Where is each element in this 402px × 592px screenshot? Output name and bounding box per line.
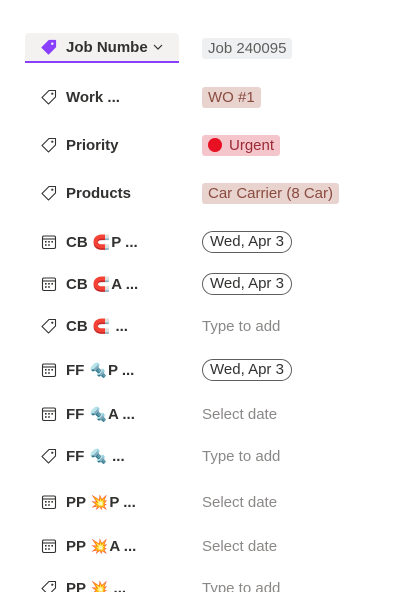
field-header-pp-p[interactable]: PP 💥P ... [25,487,179,517]
field-value-ff-a[interactable]: Select date [202,399,277,429]
field-header-products[interactable]: Products [25,178,179,208]
red-circle-icon [208,138,222,152]
field-header-job-number[interactable]: Job Numbe [25,33,179,63]
calendar-icon [40,233,58,251]
field-value-job-number[interactable]: Job 240095 [202,33,293,63]
value-tag[interactable]: Job 240095 [202,37,293,59]
field-label: PP 💥A ... [66,537,137,555]
tag-icon [40,184,58,202]
field-label: Priority [66,136,119,154]
nut-and-bolt-emoji: 🔩 [89,406,107,423]
collision-emoji: 💥 [90,580,109,592]
nut-and-bolt-emoji: 🔩 [89,448,107,465]
field-value-priority[interactable]: Urgent [202,130,281,160]
field-header-pp-a[interactable]: PP 💥A ... [25,531,179,561]
field-row-work-order: Work ... WO #1 [0,82,402,112]
field-label: Job Numbe [66,38,148,56]
field-label: FF 🔩P ... [66,361,135,379]
field-row-job-number: Job Numbe Job 240095 [0,33,402,63]
field-label: CB 🧲A ... [66,275,139,293]
field-row-ff-a: FF 🔩A ... Select date [0,399,402,429]
field-header-ff-tag[interactable]: FF 🔩 ... [25,441,179,471]
field-label: PP 💥 ... [66,580,126,592]
field-value-ff-p[interactable]: Wed, Apr 3 [202,355,292,385]
field-header-pp-tag[interactable]: PP 💥 ... [25,573,179,592]
value-tag[interactable]: Urgent [202,134,281,156]
select-date-placeholder[interactable]: Select date [202,538,277,555]
properties-panel: Job Numbe Job 240095 Work ... WO #1 Prio… [0,0,402,592]
field-label: CB 🧲 ... [66,317,128,335]
field-row-products: Products Car Carrier (8 Car) [0,178,402,208]
field-header-ff-p[interactable]: FF 🔩P ... [25,355,179,385]
field-label: Work ... [66,88,120,106]
calendar-icon [40,405,58,423]
nut-and-bolt-emoji: 🔩 [89,362,107,379]
field-label: CB 🧲P ... [66,233,138,251]
field-row-priority: Priority Urgent [0,130,402,160]
field-row-ff-p: FF 🔩P ... Wed, Apr 3 [0,355,402,385]
field-header-ff-a[interactable]: FF 🔩A ... [25,399,179,429]
type-to-add-placeholder[interactable]: Type to add [202,318,280,335]
tag-icon [40,317,58,335]
field-row-cb-tag: CB 🧲 ... Type to add [0,311,402,341]
field-row-pp-p: PP 💥P ... Select date [0,487,402,517]
field-header-priority[interactable]: Priority [25,130,179,160]
tag-filled-icon [40,38,58,56]
field-header-cb-p[interactable]: CB 🧲P ... [25,227,179,257]
field-value-cb-a[interactable]: Wed, Apr 3 [202,269,292,299]
priority-value: Urgent [229,136,275,154]
type-to-add-placeholder[interactable]: Type to add [202,448,280,465]
date-pill[interactable]: Wed, Apr 3 [202,231,292,253]
field-header-cb-a[interactable]: CB 🧲A ... [25,269,179,299]
calendar-icon [40,537,58,555]
date-pill[interactable]: Wed, Apr 3 [202,273,292,295]
field-row-ff-tag: FF 🔩 ... Type to add [0,441,402,471]
calendar-icon [40,493,58,511]
collision-emoji: 💥 [90,494,109,511]
calendar-icon [40,361,58,379]
date-pill[interactable]: Wed, Apr 3 [202,359,292,381]
select-date-placeholder[interactable]: Select date [202,494,277,511]
field-value-pp-tag[interactable]: Type to add [202,573,280,592]
calendar-icon [40,275,58,293]
field-label: Products [66,184,132,202]
field-row-pp-tag: PP 💥 ... Type to add [0,573,402,592]
field-label: FF 🔩 ... [66,447,125,465]
field-row-cb-p: CB 🧲P ... Wed, Apr 3 [0,227,402,257]
tag-icon [40,88,58,106]
magnet-emoji: 🧲 [92,276,111,293]
field-row-pp-a: PP 💥A ... Select date [0,531,402,561]
tag-icon [40,579,58,592]
field-label: FF 🔩A ... [66,405,135,423]
field-value-pp-a[interactable]: Select date [202,531,277,561]
field-value-ff-tag[interactable]: Type to add [202,441,280,471]
field-label: PP 💥P ... [66,493,136,511]
type-to-add-placeholder[interactable]: Type to add [202,580,280,592]
field-value-work-order[interactable]: WO #1 [202,82,261,112]
value-tag[interactable]: Car Carrier (8 Car) [202,182,340,204]
field-value-cb-tag[interactable]: Type to add [202,311,280,341]
collision-emoji: 💥 [90,538,109,555]
field-header-cb-tag[interactable]: CB 🧲 ... [25,311,179,341]
magnet-emoji: 🧲 [92,234,111,251]
value-tag[interactable]: WO #1 [202,86,261,108]
tag-icon [40,447,58,465]
tag-icon [40,136,58,154]
field-value-pp-p[interactable]: Select date [202,487,277,517]
select-date-placeholder[interactable]: Select date [202,406,277,423]
field-value-products[interactable]: Car Carrier (8 Car) [202,178,340,208]
magnet-emoji: 🧲 [92,318,111,335]
field-row-cb-a: CB 🧲A ... Wed, Apr 3 [0,269,402,299]
field-value-cb-p[interactable]: Wed, Apr 3 [202,227,292,257]
chevron-down-icon[interactable] [152,41,164,53]
field-header-work-order[interactable]: Work ... [25,82,179,112]
